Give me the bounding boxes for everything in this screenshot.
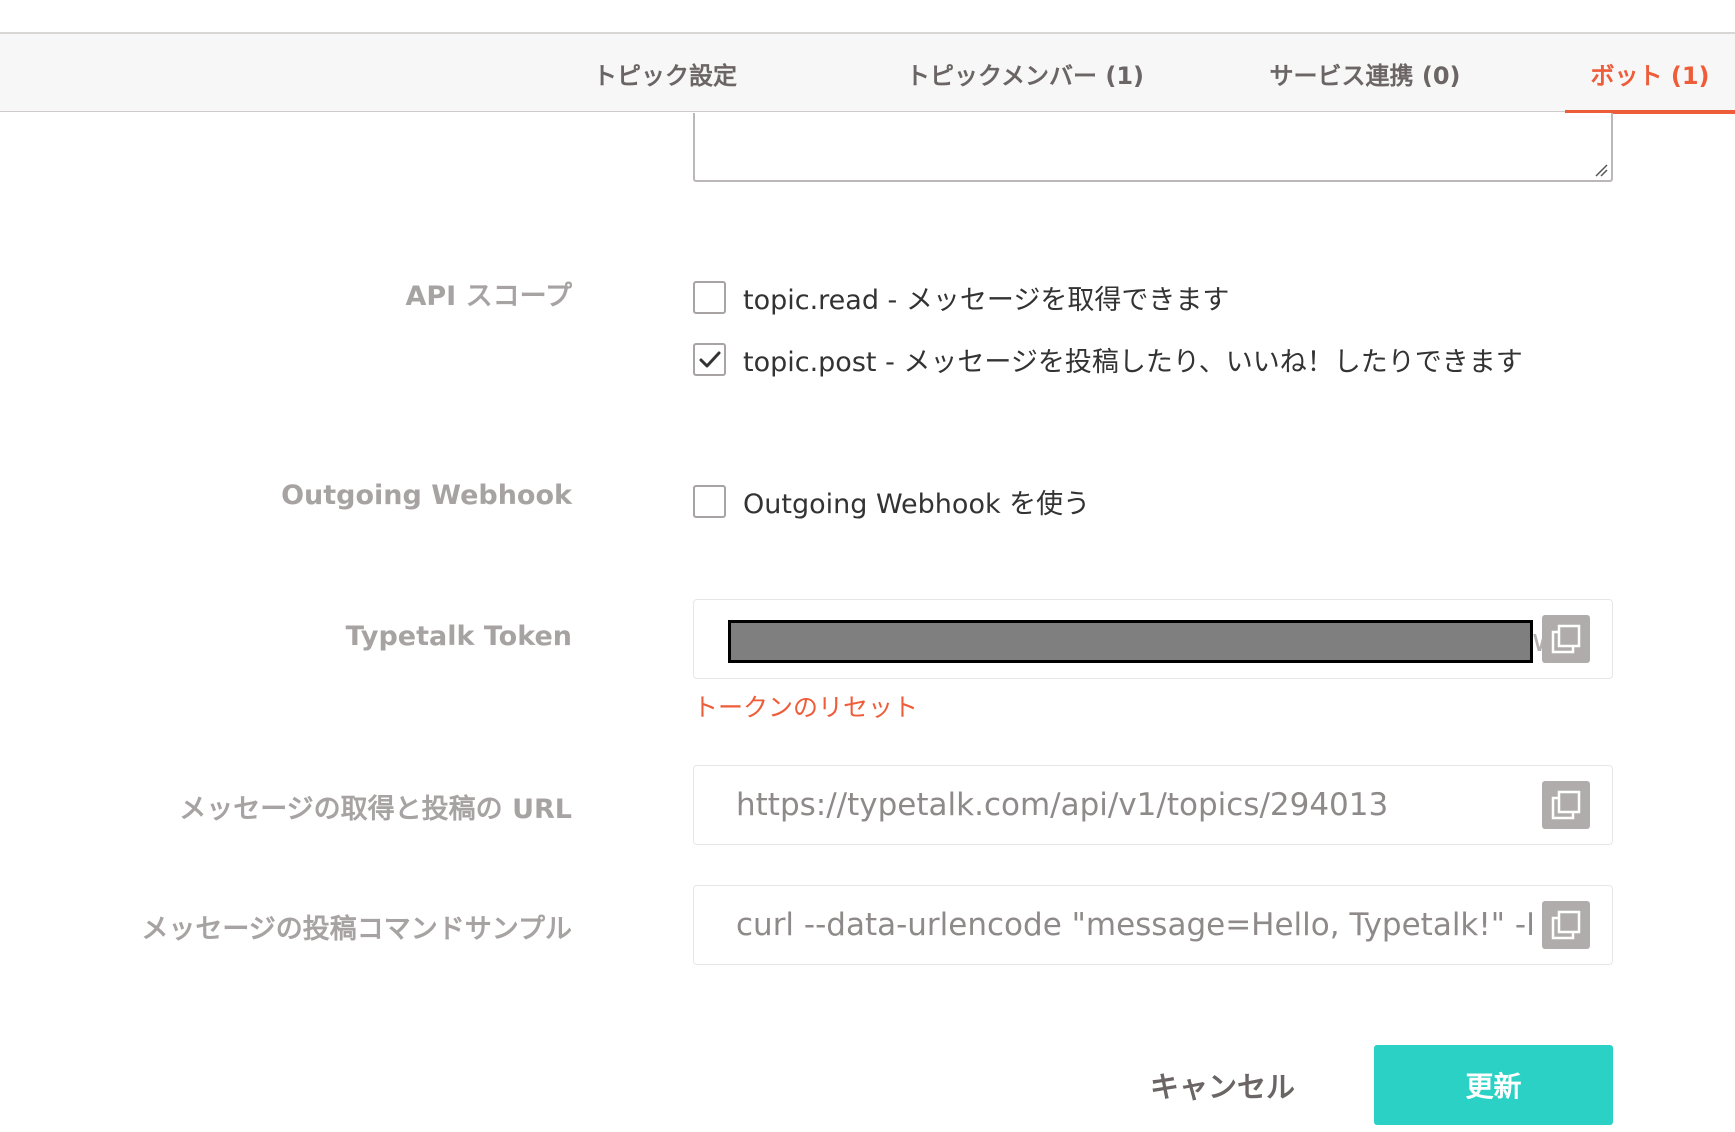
copy-token-button[interactable] — [1542, 615, 1590, 663]
copy-icon — [1551, 910, 1581, 940]
api-scope-label: API スコープ — [405, 281, 572, 312]
cancel-button[interactable]: キャンセル — [1130, 1045, 1315, 1125]
message-url-value: https://typetalk.com/api/v1/topics/29401… — [736, 787, 1389, 823]
resize-handle-icon[interactable] — [1594, 163, 1608, 177]
checkmark-icon — [699, 351, 720, 367]
tab-bots[interactable]: ボット (1) — [1565, 34, 1735, 114]
typetalk-token-field[interactable]: w — [693, 599, 1613, 679]
tab-service-integrations[interactable]: サービス連携 (0) — [1240, 34, 1490, 113]
outgoing-webhook-option-label: Outgoing Webhook を使う — [743, 489, 1091, 520]
redacted-token — [728, 620, 1533, 663]
message-url-label: メッセージの取得と投稿の URL — [179, 794, 572, 825]
outgoing-webhook-checkbox[interactable] — [693, 485, 726, 518]
scope-topic-post-label: topic.post - メッセージを投稿したり、いいね！したりできます — [743, 347, 1523, 378]
update-button[interactable]: 更新 — [1374, 1045, 1613, 1125]
scope-topic-post-row: topic.post - メッセージを投稿したり、いいね！したりできます — [693, 340, 1523, 379]
copy-icon — [1551, 790, 1581, 820]
command-sample-value: curl --data-urlencode "message=Hello, Ty… — [736, 907, 1532, 943]
copy-url-button[interactable] — [1542, 781, 1590, 829]
scope-topic-read-row: topic.read - メッセージを取得できます — [693, 278, 1229, 317]
outgoing-webhook-label: Outgoing Webhook — [281, 480, 572, 511]
scope-topic-read-label: topic.read - メッセージを取得できます — [743, 285, 1230, 316]
scope-topic-post-checkbox[interactable] — [693, 343, 726, 376]
reset-token-link[interactable]: トークンのリセット — [693, 688, 918, 724]
settings-tab-bar: トピック設定 トピックメンバー (1) サービス連携 (0) ボット (1) — [0, 32, 1735, 114]
scope-topic-read-checkbox[interactable] — [693, 281, 726, 314]
description-textarea[interactable] — [693, 113, 1613, 182]
copy-icon — [1551, 624, 1581, 654]
command-sample-label: メッセージの投稿コマンドサンプル — [141, 914, 572, 945]
tab-topic-members[interactable]: トピックメンバー (1) — [860, 34, 1190, 113]
tab-topic-settings[interactable]: トピック設定 — [560, 34, 770, 113]
copy-command-button[interactable] — [1542, 901, 1590, 949]
message-url-field[interactable]: https://typetalk.com/api/v1/topics/29401… — [693, 765, 1613, 845]
outgoing-webhook-row: Outgoing Webhook を使う — [693, 482, 1090, 521]
typetalk-token-label: Typetalk Token — [345, 621, 572, 652]
bot-settings-page: トピック設定 トピックメンバー (1) サービス連携 (0) ボット (1) A… — [0, 0, 1735, 1132]
command-sample-field[interactable]: curl --data-urlencode "message=Hello, Ty… — [693, 885, 1613, 965]
